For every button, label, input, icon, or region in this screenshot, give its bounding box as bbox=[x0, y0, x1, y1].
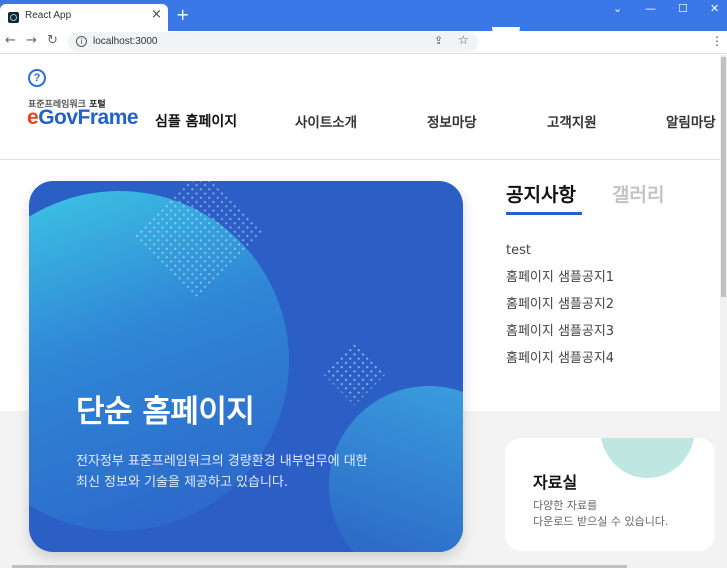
tab-search-icon[interactable]: ⌄ bbox=[613, 2, 622, 15]
new-tab-button[interactable]: + bbox=[176, 5, 189, 24]
logo-govframe: GovFrame bbox=[38, 106, 139, 129]
maximize-button[interactable]: ☐ bbox=[678, 2, 688, 15]
notice-item[interactable]: 홈페이지 샘플공지2 bbox=[506, 296, 614, 323]
address-bar[interactable]: i localhost:3000 ⇪ ☆ bbox=[68, 32, 478, 52]
notice-item[interactable]: 홈페이지 샘플공지1 bbox=[506, 269, 614, 296]
hero-description: 전자정부 표준프레임워크의 경량환경 내부업무에 대한 최신 정보와 기술을 제… bbox=[76, 451, 436, 493]
data-room-card[interactable]: 자료실 다양한 자료를 다운로드 받으실 수 있습니다. bbox=[505, 438, 715, 551]
info-icon[interactable]: i bbox=[76, 36, 87, 47]
browser-toolbar: ← → ↻ i localhost:3000 ⇪ ☆ ⋮ bbox=[0, 27, 727, 54]
nav-item-site-intro[interactable]: 사이트소개 bbox=[295, 111, 357, 131]
share-icon[interactable]: ⇪ bbox=[434, 34, 443, 47]
reload-icon[interactable]: ↻ bbox=[47, 33, 58, 48]
hero-title: 단순 홈페이지 bbox=[76, 394, 255, 430]
profile-avatar[interactable] bbox=[492, 27, 520, 41]
logo-e: e bbox=[27, 106, 39, 129]
hero-dot-pattern bbox=[322, 341, 387, 406]
tab-notice[interactable]: 공지사항 bbox=[506, 180, 576, 207]
bookmark-star-icon[interactable]: ☆ bbox=[458, 33, 469, 47]
logo[interactable]: eGovFrame bbox=[27, 106, 139, 130]
minimize-button[interactable]: — bbox=[645, 2, 656, 15]
tab-title: React App bbox=[25, 10, 72, 21]
forward-arrow-icon[interactable]: → bbox=[26, 33, 37, 48]
nav-item-support[interactable]: 고객지원 bbox=[547, 111, 597, 131]
hero-desc-line: 최신 정보와 기술을 제공하고 있습니다. bbox=[76, 475, 289, 490]
nav-item-notice[interactable]: 알림마당 bbox=[666, 111, 716, 131]
kebab-menu-icon[interactable]: ⋮ bbox=[711, 34, 723, 48]
tab-gallery[interactable]: 갤러리 bbox=[612, 180, 664, 207]
card-decor-circle bbox=[600, 438, 695, 478]
notice-item[interactable]: test bbox=[506, 242, 614, 269]
notice-item[interactable]: 홈페이지 샘플공지4 bbox=[506, 350, 614, 377]
notice-list: test 홈페이지 샘플공지1 홈페이지 샘플공지2 홈페이지 샘플공지3 홈페… bbox=[506, 242, 614, 377]
hero-desc-line: 전자정부 표준프레임워크의 경량환경 내부업무에 대한 bbox=[76, 454, 368, 469]
vertical-scrollbar[interactable] bbox=[720, 55, 727, 568]
card-desc-line: 다운로드 받으실 수 있습니다. bbox=[533, 515, 669, 528]
tab-close-icon[interactable]: × bbox=[151, 7, 162, 22]
close-window-button[interactable]: ✕ bbox=[710, 2, 719, 15]
active-tab-indicator bbox=[506, 212, 582, 215]
vertical-scrollbar-thumb[interactable] bbox=[721, 57, 726, 297]
logo-subtitle[interactable]: 심플 홈페이지 bbox=[155, 111, 237, 131]
back-arrow-icon[interactable]: ← bbox=[5, 33, 16, 48]
card-description: 다양한 자료를 다운로드 받으실 수 있습니다. bbox=[533, 498, 668, 530]
card-desc-line: 다양한 자료를 bbox=[533, 499, 598, 512]
react-icon bbox=[8, 12, 19, 23]
notice-item[interactable]: 홈페이지 샘플공지3 bbox=[506, 323, 614, 350]
nav-item-info[interactable]: 정보마당 bbox=[427, 111, 477, 131]
browser-titlebar: React App × + ⌄ — ☐ ✕ bbox=[0, 0, 727, 31]
hero-banner: 단순 홈페이지 전자정부 표준프레임워크의 경량환경 내부업무에 대한 최신 정… bbox=[29, 181, 463, 552]
header-divider bbox=[0, 159, 720, 160]
card-title: 자료실 bbox=[533, 473, 578, 492]
help-icon[interactable]: ? bbox=[28, 69, 46, 87]
browser-tab[interactable]: React App × bbox=[0, 4, 168, 31]
horizontal-scrollbar[interactable] bbox=[0, 564, 720, 568]
url-text[interactable]: localhost:3000 bbox=[93, 36, 158, 47]
